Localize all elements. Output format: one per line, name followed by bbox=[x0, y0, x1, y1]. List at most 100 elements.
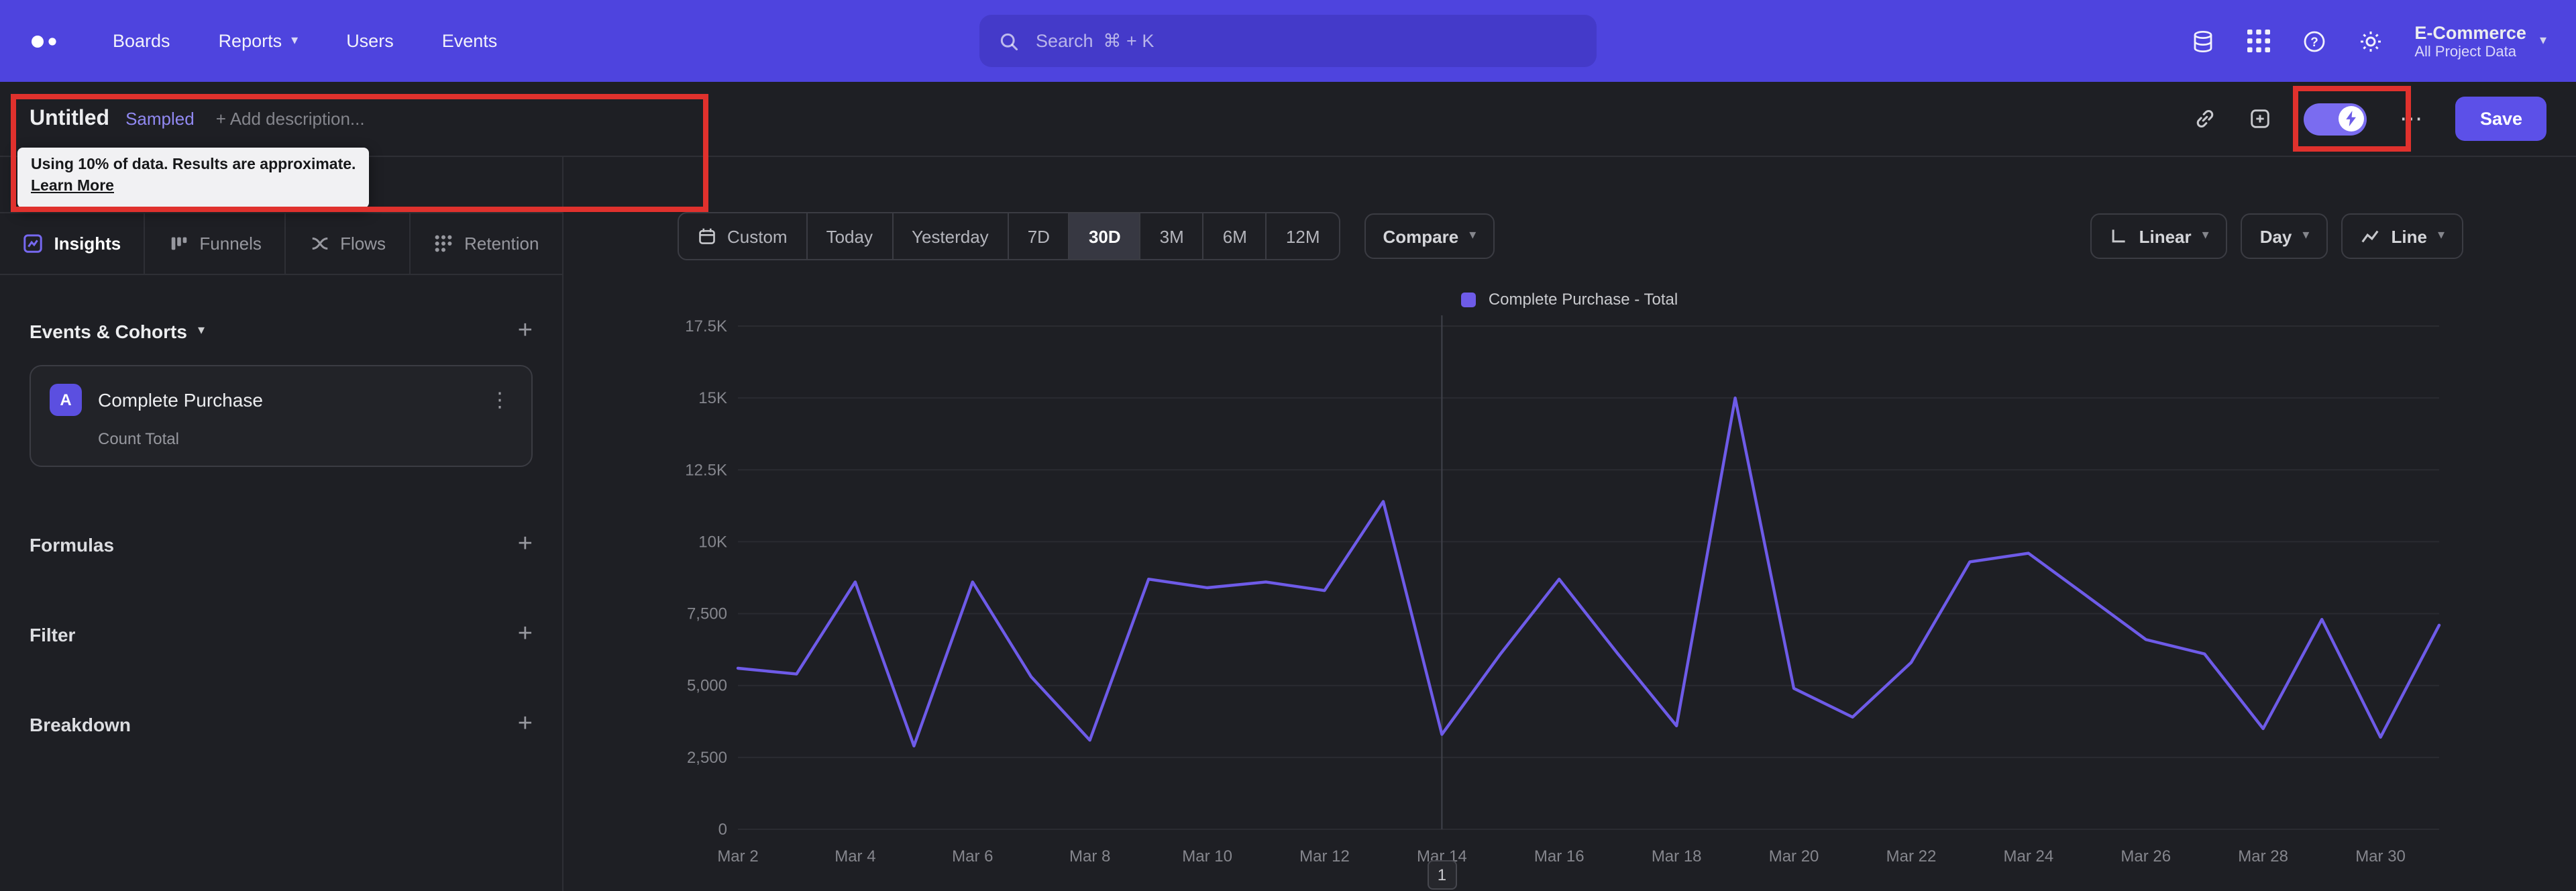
project-name: E-Commerce bbox=[2414, 22, 2526, 42]
svg-text:Mar 4: Mar 4 bbox=[835, 847, 875, 866]
svg-text:Mar 30: Mar 30 bbox=[2355, 847, 2406, 866]
help-icon[interactable]: ? bbox=[2302, 29, 2326, 53]
range-7d[interactable]: 7D bbox=[1009, 213, 1070, 259]
sampled-badge[interactable]: Sampled bbox=[125, 109, 195, 129]
date-range-control: Custom Today Yesterday 7D 30D 3M 6M 12M bbox=[678, 212, 1340, 260]
tab-funnels[interactable]: Funnels bbox=[146, 213, 286, 274]
svg-text:10K: 10K bbox=[698, 533, 727, 551]
tab-flows[interactable]: Flows bbox=[286, 213, 411, 274]
event-card[interactable]: A Complete Purchase ⋮ Count Total bbox=[30, 365, 533, 467]
funnels-icon bbox=[168, 233, 189, 254]
legend-swatch bbox=[1461, 292, 1477, 307]
svg-text:5,000: 5,000 bbox=[687, 677, 727, 695]
chart-area: Complete Purchase - Total 0 2,500 5,000 7,5… bbox=[676, 289, 2463, 891]
svg-text:Mar 8: Mar 8 bbox=[1069, 847, 1110, 866]
apps-grid-icon[interactable] bbox=[2247, 30, 2270, 52]
add-to-board-icon[interactable] bbox=[2249, 107, 2272, 130]
svg-text:Mar 18: Mar 18 bbox=[1652, 847, 1702, 866]
nav-link-events[interactable]: Events bbox=[442, 31, 498, 51]
data-icon[interactable] bbox=[2190, 29, 2214, 53]
nav-link-boards[interactable]: Boards bbox=[113, 31, 170, 51]
granularity-select[interactable]: Day ▾ bbox=[2241, 213, 2328, 259]
svg-text:Mar 22: Mar 22 bbox=[1886, 847, 1937, 866]
svg-text:Mar 10: Mar 10 bbox=[1182, 847, 1232, 866]
svg-text:7,500: 7,500 bbox=[687, 605, 727, 623]
svg-text:?: ? bbox=[2310, 35, 2318, 49]
compare-button[interactable]: Compare ▾ bbox=[1364, 213, 1495, 259]
add-breakdown-button[interactable]: + bbox=[518, 711, 533, 737]
section-breakdown: Breakdown + bbox=[30, 711, 533, 737]
add-event-button[interactable]: + bbox=[518, 318, 533, 344]
chevron-down-icon: ▾ bbox=[2539, 33, 2546, 48]
more-options-icon[interactable]: ⋯ bbox=[2400, 105, 2424, 132]
tab-retention[interactable]: Retention bbox=[411, 213, 562, 274]
kebab-menu-icon[interactable]: ⋮ bbox=[487, 388, 513, 412]
insights-icon bbox=[23, 233, 44, 254]
share-link-icon[interactable] bbox=[2194, 107, 2217, 130]
search-input[interactable] bbox=[1033, 30, 1578, 52]
line-chart-icon bbox=[2360, 226, 2380, 246]
tab-insights[interactable]: Insights bbox=[0, 213, 146, 274]
scale-select[interactable]: Linear ▾ bbox=[2090, 213, 2228, 259]
range-custom[interactable]: Custom bbox=[679, 213, 808, 259]
search-icon bbox=[998, 30, 1020, 52]
report-type-tabs: Insights Funnels Flows Retention bbox=[0, 212, 562, 275]
lightning-bolt-icon bbox=[2344, 110, 2359, 127]
chart-legend[interactable]: Complete Purchase - Total bbox=[676, 289, 2463, 310]
range-6m[interactable]: 6M bbox=[1204, 213, 1267, 259]
sampling-toggle[interactable] bbox=[2304, 103, 2367, 135]
project-subtitle: All Project Data bbox=[2414, 44, 2516, 60]
svg-text:Mar 26: Mar 26 bbox=[2121, 847, 2171, 866]
section-label[interactable]: Breakdown bbox=[30, 713, 131, 735]
save-button[interactable]: Save bbox=[2455, 97, 2546, 141]
report-title[interactable]: Untitled bbox=[30, 107, 109, 131]
section-label[interactable]: Filter bbox=[30, 623, 75, 645]
chevron-down-icon: ▾ bbox=[2302, 228, 2310, 243]
nav-link-reports[interactable]: Reports ▾ bbox=[219, 31, 299, 51]
add-formulas-button[interactable]: + bbox=[518, 531, 533, 557]
line-chart[interactable]: 0 2,500 5,000 7,500 10K 12.5K 15K 17.5K Mar 2 Mar… bbox=[676, 313, 2463, 870]
section-label[interactable]: Formulas bbox=[30, 533, 114, 555]
svg-text:Mar 28: Mar 28 bbox=[2238, 847, 2288, 866]
svg-text:Mar 12: Mar 12 bbox=[1299, 847, 1350, 866]
settings-gear-icon[interactable] bbox=[2358, 29, 2382, 53]
svg-text:Mar 20: Mar 20 bbox=[1769, 847, 1819, 866]
project-selector[interactable]: E-Commerce All Project Data ▾ bbox=[2414, 22, 2546, 60]
svg-text:Mar 2: Mar 2 bbox=[717, 847, 758, 866]
legend-label: Complete Purchase - Total bbox=[1488, 290, 1678, 309]
app-logo-icon[interactable] bbox=[30, 32, 64, 50]
sidebar: Insights Funnels Flows Retention Events & C… bbox=[0, 157, 564, 891]
range-12m[interactable]: 12M bbox=[1267, 213, 1339, 259]
events-cohorts-header[interactable]: Events & Cohorts ▾ bbox=[30, 320, 205, 342]
section-formulas: Formulas + bbox=[30, 531, 533, 557]
tab-label: Retention bbox=[464, 233, 539, 254]
project-text: E-Commerce All Project Data bbox=[2414, 22, 2526, 60]
add-filter-button[interactable]: + bbox=[518, 621, 533, 647]
calendar-icon bbox=[698, 227, 716, 246]
top-navbar: Boards Reports▾ Users Events ? E-Commerce bbox=[0, 0, 2576, 82]
svg-text:17.5K: 17.5K bbox=[685, 317, 727, 335]
chart-type-select[interactable]: Line ▾ bbox=[2341, 213, 2463, 259]
flows-icon bbox=[309, 233, 329, 254]
range-today[interactable]: Today bbox=[808, 213, 893, 259]
learn-more-link[interactable]: Learn More bbox=[31, 178, 114, 195]
chart-toolbar: Custom Today Yesterday 7D 30D 3M 6M 12M Compare… bbox=[678, 212, 2463, 260]
range-3m[interactable]: 3M bbox=[1141, 213, 1204, 259]
app-root: Boards Reports▾ Users Events ? E-Commerce bbox=[0, 0, 2576, 891]
range-30d[interactable]: 30D bbox=[1069, 213, 1141, 259]
tab-label: Funnels bbox=[199, 233, 262, 254]
range-yesterday[interactable]: Yesterday bbox=[893, 213, 1009, 259]
navbar-right: ? E-Commerce All Project Data ▾ bbox=[2190, 22, 2546, 60]
svg-text:Mar 16: Mar 16 bbox=[1534, 847, 1585, 866]
svg-text:Mar 6: Mar 6 bbox=[952, 847, 993, 866]
event-name[interactable]: Complete Purchase bbox=[98, 389, 263, 411]
svg-text:12.5K: 12.5K bbox=[685, 461, 727, 479]
chevron-down-icon: ▾ bbox=[1469, 228, 1477, 243]
search-bar[interactable] bbox=[979, 15, 1597, 67]
pagination-page-1[interactable]: 1 bbox=[1427, 860, 1457, 890]
chevron-down-icon: ▾ bbox=[2202, 228, 2209, 243]
add-description[interactable]: + Add description... bbox=[216, 109, 365, 129]
event-aggregation[interactable]: Count Total bbox=[98, 429, 513, 448]
nav-link-users[interactable]: Users bbox=[346, 31, 394, 51]
tab-label: Flows bbox=[340, 233, 386, 254]
